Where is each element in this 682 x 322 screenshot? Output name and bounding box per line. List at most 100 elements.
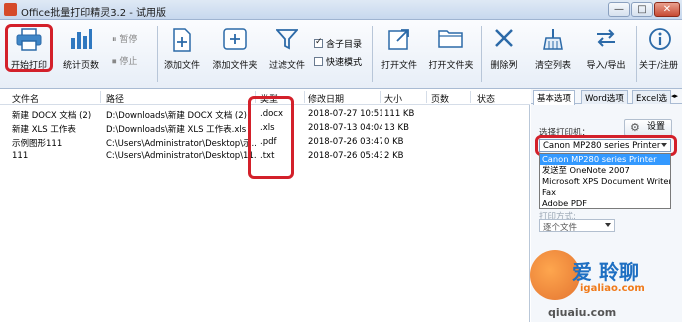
fast-mode-label: 快速模式 xyxy=(326,58,363,68)
import-export-icon xyxy=(597,29,615,47)
open-folder-label: 打开文件夹 xyxy=(428,61,474,71)
printer-option[interactable]: Canon MP280 series Printer xyxy=(540,154,670,165)
add-folder-button[interactable]: 添加文件夹 xyxy=(208,20,262,89)
title-bar: Office批量打印精灵3.2 - 试用版 — □ ✕ xyxy=(0,0,682,20)
header-filename[interactable]: 文件名 xyxy=(12,92,39,105)
tab-excel[interactable]: Excel选 xyxy=(632,90,672,104)
checkbox-checked[interactable] xyxy=(314,37,323,48)
gear-icon: ⚙ xyxy=(630,121,640,134)
count-pages-label: 统计页数 xyxy=(62,61,99,71)
checkbox-unchecked[interactable] xyxy=(314,57,323,66)
tab-basic[interactable]: 基本选项 xyxy=(533,90,576,105)
header-size[interactable]: 大小 xyxy=(384,92,402,105)
cell-date: 2018-07-26 03:47 xyxy=(308,137,382,147)
open-file-icon xyxy=(388,29,409,50)
highlight-start-print xyxy=(5,24,53,72)
fast-mode-checkbox[interactable]: 快速模式 xyxy=(314,55,362,68)
watermark-bottom: qiuaiu.com xyxy=(548,306,617,319)
pause-label: 暂停 xyxy=(119,35,138,45)
broom-icon xyxy=(543,29,563,50)
open-file-button[interactable]: 打开文件 xyxy=(376,20,422,89)
file-list[interactable]: 文件名 路径 类型 修改日期 大小 页数 状态 新建 DOCX 文档 (2) D… xyxy=(0,89,530,322)
column-divider[interactable] xyxy=(470,91,471,103)
maximize-button[interactable]: □ xyxy=(631,2,653,17)
about-label: 关于/注册 xyxy=(639,61,679,71)
cell-filename: 示例图形111 xyxy=(12,139,63,149)
cell-path: D:\Downloads\新建 DOCX 文档 (2) xyxy=(106,111,247,121)
cell-size: 2 KB xyxy=(384,151,404,161)
add-file-icon xyxy=(173,28,191,52)
open-folder-button[interactable]: 打开文件夹 xyxy=(424,20,478,89)
add-file-label: 添加文件 xyxy=(163,61,200,71)
about-button[interactable]: 关于/注册 xyxy=(638,20,682,89)
column-divider[interactable] xyxy=(304,91,305,103)
column-divider[interactable] xyxy=(426,91,427,103)
app-icon xyxy=(4,3,17,16)
header-path[interactable]: 路径 xyxy=(106,92,124,105)
subdir-checkbox[interactable]: 含子目录 xyxy=(314,37,362,50)
watermark-url: igaliao.com xyxy=(580,283,645,294)
chevron-down-icon xyxy=(605,223,611,227)
toolbar-separator xyxy=(372,26,373,82)
info-icon xyxy=(649,28,671,50)
minimize-button[interactable]: — xyxy=(608,2,630,17)
print-mode-select[interactable]: 逐个文件 xyxy=(539,219,615,233)
toolbar: 开始打印 统计页数 ⏸ 暂停 ⏹ 停止 添加文件 添加文件夹 过滤文件 ✓含子目… xyxy=(0,20,682,89)
header-date[interactable]: 修改日期 xyxy=(308,92,344,105)
chevron-down-icon: ▾ xyxy=(511,60,515,68)
tab-bar: 基本选项 Word选项 Excel选 ◂▸ xyxy=(531,89,682,105)
settings-label: 设置 xyxy=(646,122,665,132)
cell-path: D:\Downloads\新建 XLS 工作表.xls xyxy=(106,125,247,135)
highlight-type-column xyxy=(248,96,294,179)
delete-col-button[interactable]: 删除列 ▾ xyxy=(484,20,524,89)
close-button[interactable]: ✕ xyxy=(654,2,680,17)
add-folder-label: 添加文件夹 xyxy=(212,61,258,71)
cell-date: 2018-07-26 05:43 xyxy=(308,151,382,161)
cell-size: 0 KB xyxy=(384,137,404,147)
delete-icon xyxy=(495,29,513,47)
printer-option[interactable]: Adobe PDF xyxy=(540,198,670,209)
stop-button[interactable]: ⏹ 停止 xyxy=(112,54,137,67)
filter-file-label: 过滤文件 xyxy=(268,61,305,71)
printer-option[interactable]: Fax xyxy=(540,187,670,198)
header-status[interactable]: 状态 xyxy=(477,92,495,105)
delete-col-label: 删除列 xyxy=(490,61,518,71)
subdir-label: 含子目录 xyxy=(326,40,363,50)
settings-button[interactable]: ⚙ 设置 xyxy=(624,119,672,136)
count-pages-button[interactable]: 统计页数 xyxy=(58,20,104,89)
header-pages[interactable]: 页数 xyxy=(431,92,449,105)
tab-word[interactable]: Word选项 xyxy=(581,90,628,104)
add-folder-icon xyxy=(223,28,247,50)
filter-file-button[interactable]: 过滤文件 xyxy=(264,20,310,89)
add-file-button[interactable]: 添加文件 xyxy=(160,20,204,89)
stop-label: 停止 xyxy=(119,57,138,67)
cell-size: 111 KB xyxy=(384,109,415,119)
watermark-text: 爱 聆聊 xyxy=(572,260,639,284)
toolbar-separator xyxy=(157,26,158,82)
toolbar-separator xyxy=(481,26,482,82)
import-export-button[interactable]: 导入/导出 xyxy=(580,20,632,89)
tab-scroll-arrow-icon[interactable]: ◂▸ xyxy=(671,92,678,100)
stop-icon: ⏹ xyxy=(112,57,117,67)
clear-list-button[interactable]: 清空列表 xyxy=(530,20,576,89)
column-divider[interactable] xyxy=(380,91,381,103)
filter-icon xyxy=(276,29,298,50)
pause-icon: ⏸ xyxy=(112,35,117,45)
pause-button[interactable]: ⏸ 暂停 xyxy=(112,32,137,45)
folder-icon xyxy=(438,30,463,48)
column-divider[interactable] xyxy=(100,91,101,103)
cell-size: 13 KB xyxy=(384,123,409,133)
cell-filename: 111 xyxy=(12,151,29,161)
printer-dropdown-list[interactable]: Canon MP280 series Printer 发送至 OneNote 2… xyxy=(539,153,671,209)
window-title: Office批量打印精灵3.2 - 试用版 xyxy=(21,8,167,19)
printer-option[interactable]: 发送至 OneNote 2007 xyxy=(540,165,670,176)
cell-path: C:\Users\Administrator\Desktop\11... xyxy=(106,151,256,161)
printer-option[interactable]: Microsoft XPS Document Writer xyxy=(540,176,670,187)
cell-filename: 新建 XLS 工作表 xyxy=(12,125,76,135)
print-mode-value: 逐个文件 xyxy=(543,223,578,233)
toolbar-separator xyxy=(636,26,637,82)
cell-filename: 新建 DOCX 文档 (2) xyxy=(12,111,92,121)
cell-date: 2018-07-13 04:04 xyxy=(308,123,382,133)
open-file-label: 打开文件 xyxy=(380,61,417,71)
clear-list-label: 清空列表 xyxy=(534,61,571,71)
